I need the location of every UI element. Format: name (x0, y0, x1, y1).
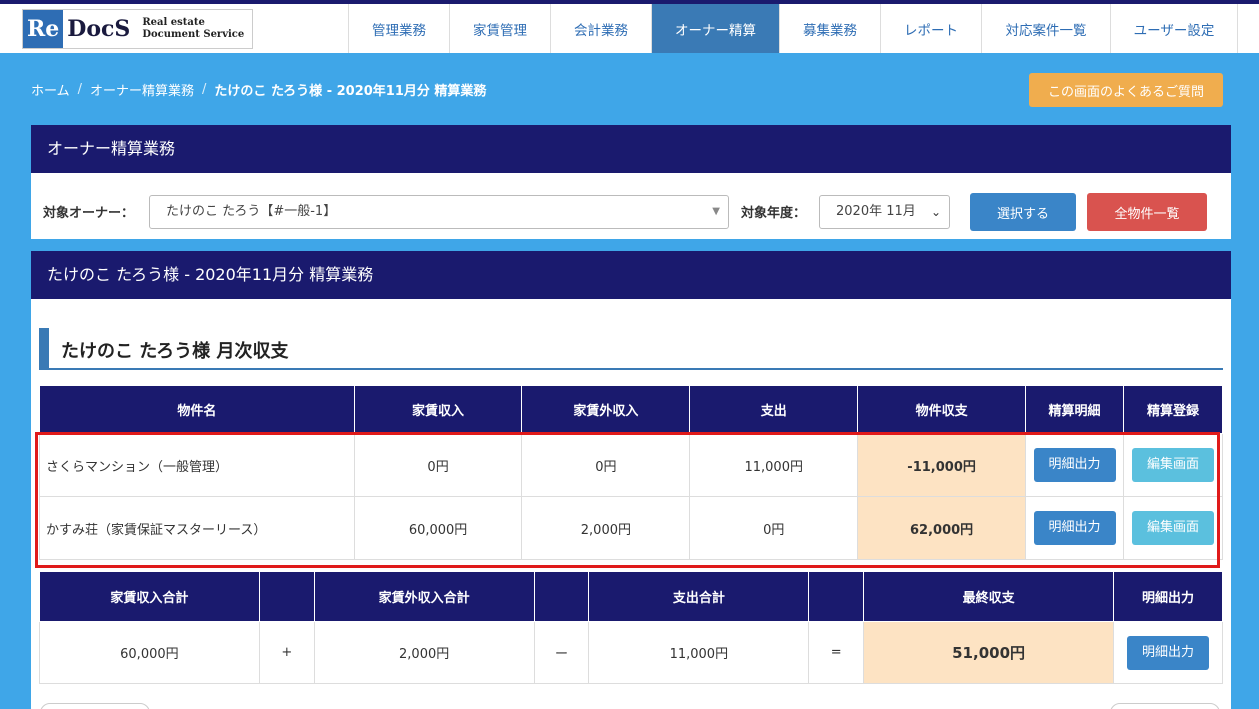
detail-output-button[interactable]: 明細出力 (1033, 448, 1116, 482)
logo-box: Re DocS Real estate Document Service (22, 8, 254, 49)
property-table: 物件名 家賃収入 家賃外収入 支出 物件収支 精算明細 精算登録 さくらマンショ… (39, 385, 1224, 560)
col-header: 家賃収入 (353, 385, 523, 434)
other-income: 0円 (521, 433, 691, 497)
property-balance: -11,000円 (857, 433, 1027, 497)
col-header: 支出合計 (588, 571, 810, 622)
expense-total: 11,000円 (588, 621, 810, 684)
table-row: かすみ荘（家賃保証マスターリース） 60,000円 2,000円 0円 62,0… (39, 496, 1224, 560)
detail-output-button[interactable]: 明細出力 (1033, 511, 1116, 545)
table-row: さくらマンション（一般管理） 0円 0円 11,000円 -11,000円 明細… (39, 433, 1224, 497)
nav-yachin[interactable]: 家賃管理 (449, 4, 550, 53)
property-balance: 62,000円 (857, 496, 1027, 560)
settlement-panel: たけのこ たろう様 - 2020年11月分 精算業務 たけのこ たろう様 月次収… (31, 251, 1231, 709)
nav-kaikei[interactable]: 会計業務 (550, 4, 651, 53)
nav-boshu[interactable]: 募集業務 (779, 4, 880, 53)
bottom-left-button[interactable] (40, 703, 150, 709)
breadcrumb-separator: / (202, 82, 207, 97)
col-header: 家賃外収入 (521, 385, 691, 434)
logo-docs: DocS (67, 15, 131, 42)
property-name: さくらマンション（一般管理） (39, 433, 355, 497)
logo[interactable]: Re DocS Real estate Document Service (0, 4, 348, 53)
logo-sub-line1: Real estate (142, 16, 205, 28)
edit-screen-button[interactable]: 編集画面 (1131, 448, 1214, 482)
expense: 11,000円 (689, 433, 859, 497)
col-header: 家賃外収入合計 (313, 571, 535, 622)
caret-down-icon: ▼ (712, 206, 720, 217)
plus-sign: + (258, 621, 315, 684)
section-title-bar (39, 328, 49, 368)
table-header-row: 物件名 家賃収入 家賃外収入 支出 物件収支 精算明細 精算登録 (39, 385, 1224, 434)
rent-income: 60,000円 (353, 496, 523, 560)
col-header-empty (808, 571, 865, 622)
year-label: 対象年度： (741, 206, 807, 221)
rent-income: 0円 (353, 433, 523, 497)
breadcrumb: ホーム / オーナー精算業務 / たけのこ たろう様 - 2020年11月分 精… (31, 80, 486, 99)
other-total: 2,000円 (313, 621, 535, 684)
col-header: 物件名 (39, 385, 355, 434)
col-header: 家賃収入合計 (39, 571, 260, 622)
property-name: かすみ荘（家賃保証マスターリース） (39, 496, 355, 560)
col-header-empty (258, 571, 315, 622)
faq-button[interactable]: この画面のよくあるご質問 (1029, 73, 1223, 107)
expense: 0円 (689, 496, 859, 560)
logo-re: Re (23, 9, 64, 48)
minus-sign: ー (533, 621, 590, 684)
edit-screen-button[interactable]: 編集画面 (1131, 511, 1214, 545)
owner-select-value: たけのこ たろう【#一般-1】 (166, 204, 337, 219)
col-header: 支出 (689, 385, 859, 434)
edit-cell: 編集画面 (1122, 433, 1224, 497)
total-detail-cell: 明細出力 (1112, 621, 1224, 684)
breadcrumb-home[interactable]: ホーム (31, 80, 70, 99)
owner-label: 対象オーナー： (43, 206, 135, 221)
nav-owner-seisan[interactable]: オーナー精算 (651, 4, 779, 53)
col-header: 精算登録 (1122, 385, 1224, 434)
edit-cell: 編集画面 (1122, 496, 1224, 560)
section-title-text: たけのこ たろう様 月次収支 (61, 341, 289, 362)
final-balance: 51,000円 (863, 621, 1114, 684)
nav-user-settings[interactable]: ユーザー設定 (1110, 4, 1238, 53)
col-header: 明細出力 (1112, 571, 1224, 622)
rent-total: 60,000円 (39, 621, 260, 684)
all-properties-button[interactable]: 全物件一覧 (1087, 193, 1207, 231)
detail-cell: 明細出力 (1025, 433, 1124, 497)
col-header: 物件収支 (857, 385, 1027, 434)
breadcrumb-separator: / (77, 82, 83, 97)
section-title: たけのこ たろう様 月次収支 (39, 328, 1223, 370)
col-header: 最終収支 (863, 571, 1114, 622)
totals-row: 60,000円 + 2,000円 ー 11,000円 = 51,000円 明細出… (39, 621, 1224, 684)
panel-title: オーナー精算業務 (31, 125, 1231, 173)
col-header-empty (533, 571, 590, 622)
breadcrumb-parent[interactable]: オーナー精算業務 (90, 80, 194, 99)
owner-selector-panel: オーナー精算業務 対象オーナー： たけのこ たろう【#一般-1】 ▼ 対象年度：… (31, 125, 1231, 239)
total-detail-output-button[interactable]: 明細出力 (1126, 635, 1209, 670)
other-income: 2,000円 (521, 496, 691, 560)
col-header: 精算明細 (1025, 385, 1124, 434)
nav-kanri[interactable]: 管理業務 (348, 4, 449, 53)
nav-taiou[interactable]: 対応案件一覧 (981, 4, 1110, 53)
logo-subtitle: Real estate Document Service (136, 17, 252, 41)
equals-sign: = (808, 621, 865, 684)
top-bar: Re DocS Real estate Document Service 管理業… (0, 0, 1259, 53)
selector-body: 対象オーナー： たけのこ たろう【#一般-1】 ▼ 対象年度： 2020年 11… (31, 173, 1231, 239)
main-nav: 管理業務 家賃管理 会計業務 オーナー精算 募集業務 レポート 対応案件一覧 ユ… (348, 4, 1238, 53)
chevron-down-icon: ⌄ (930, 205, 941, 219)
logo-sub-line2: Document Service (142, 28, 245, 40)
totals-table: 家賃収入合計 家賃外収入合計 支出合計 最終収支 明細出力 60,000円 + … (39, 571, 1224, 684)
totals-header-row: 家賃収入合計 家賃外収入合計 支出合計 最終収支 明細出力 (39, 571, 1224, 622)
year-select-value: 2020年 11月 (836, 204, 916, 219)
panel-title: たけのこ たろう様 - 2020年11月分 精算業務 (31, 251, 1231, 299)
detail-cell: 明細出力 (1025, 496, 1124, 560)
select-button[interactable]: 選択する (970, 193, 1076, 231)
owner-select[interactable]: たけのこ たろう【#一般-1】 ▼ (149, 195, 729, 229)
year-select[interactable]: 2020年 11月 ⌄ (819, 195, 950, 229)
bottom-right-button[interactable] (1110, 703, 1220, 709)
nav-report[interactable]: レポート (880, 4, 981, 53)
breadcrumb-current: たけのこ たろう様 - 2020年11月分 精算業務 (214, 84, 487, 99)
